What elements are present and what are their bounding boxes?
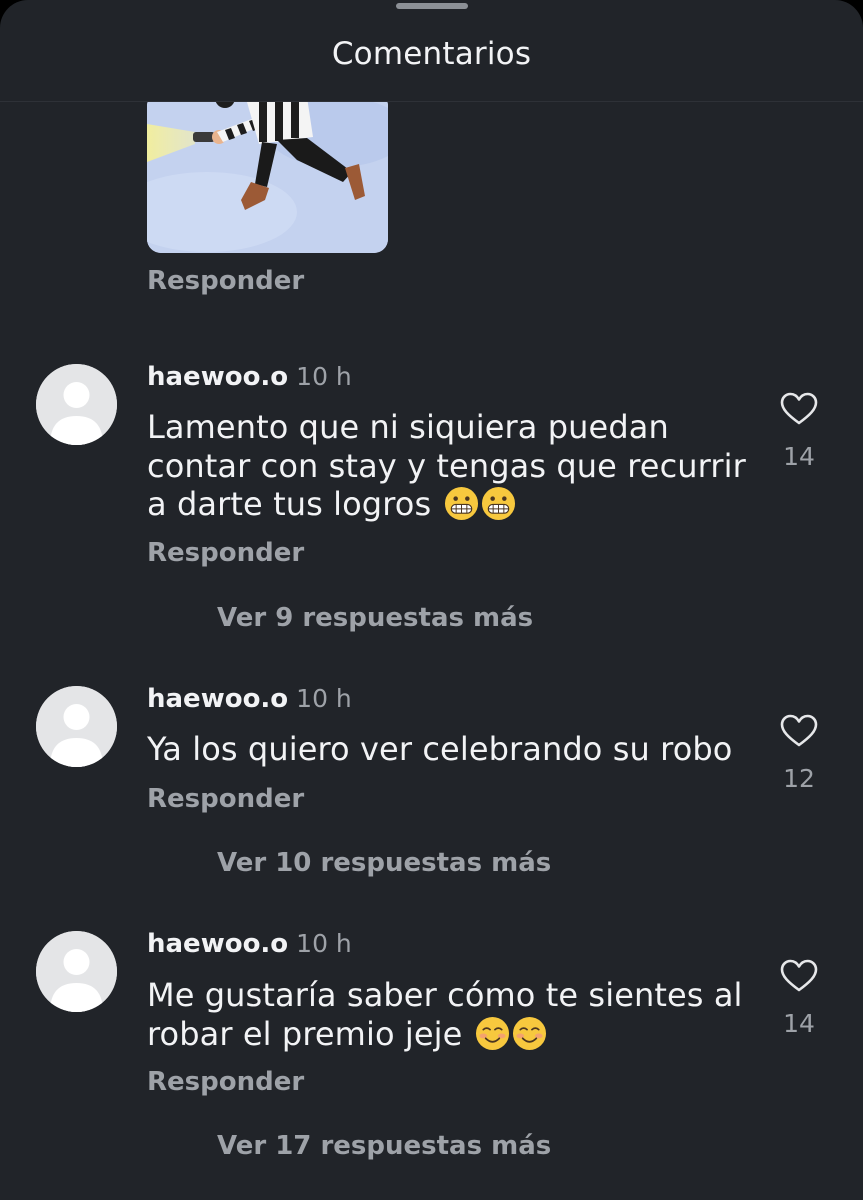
view-more-replies[interactable]: Ver 17 respuestas más — [217, 1131, 551, 1161]
comment-body: Lamento que ni siquiera puedan contar co… — [147, 408, 757, 524]
comments-list[interactable]: Responder haewoo.o 10 h Lamento que ni si… — [0, 102, 863, 1200]
comment-text: Me gustaría saber cómo te sientes al rob… — [147, 976, 743, 1053]
default-avatar-icon — [36, 931, 117, 1012]
timestamp: 10 h — [296, 362, 352, 391]
thief-illustration — [147, 102, 388, 253]
username[interactable]: haewoo.o — [147, 929, 288, 959]
heart-icon[interactable] — [780, 714, 818, 748]
heart-icon[interactable] — [780, 959, 818, 993]
avatar[interactable] — [36, 686, 117, 767]
like-count: 14 — [783, 442, 815, 471]
reply-link[interactable]: Responder — [147, 538, 304, 568]
view-more-replies[interactable]: Ver 10 respuestas más — [217, 848, 551, 878]
reply-link[interactable]: Responder — [147, 784, 304, 814]
username[interactable]: haewoo.o — [147, 362, 288, 392]
reply-link[interactable]: Responder — [147, 1067, 304, 1097]
comment-text: Ya los quiero ver celebrando su robo — [147, 730, 733, 768]
smiling-face-emoji-icon — [512, 1016, 546, 1050]
comment-body: Me gustaría saber cómo te sientes al rob… — [147, 976, 757, 1053]
username[interactable]: haewoo.o — [147, 684, 288, 714]
avatar[interactable] — [36, 931, 117, 1012]
reply-link[interactable]: Responder — [147, 266, 304, 296]
default-avatar-icon — [36, 686, 117, 767]
heart-icon[interactable] — [780, 392, 818, 426]
grimacing-face-emoji-icon — [481, 486, 515, 521]
like-count: 12 — [783, 764, 815, 793]
grimacing-face-emoji-icon — [444, 486, 478, 521]
comments-sheet: Comentarios Responder haewoo.o 10 h Lame… — [0, 0, 863, 1200]
comment-body: Ya los quiero ver celebrando su robo — [147, 730, 757, 769]
comment-image-attachment[interactable] — [147, 102, 388, 253]
view-more-replies[interactable]: Ver 9 respuestas más — [217, 603, 533, 633]
comment-meta: haewoo.o 10 h — [147, 684, 352, 714]
timestamp: 10 h — [296, 684, 352, 713]
timestamp: 10 h — [296, 929, 352, 958]
comment-meta: haewoo.o 10 h — [147, 929, 352, 959]
avatar[interactable] — [36, 364, 117, 445]
sheet-title: Comentarios — [331, 36, 532, 72]
default-avatar-icon — [36, 364, 117, 445]
sheet-header: Comentarios — [0, 0, 863, 102]
like-count: 14 — [783, 1009, 815, 1038]
smiling-face-emoji-icon — [475, 1016, 509, 1050]
comment-meta: haewoo.o 10 h — [147, 362, 352, 392]
